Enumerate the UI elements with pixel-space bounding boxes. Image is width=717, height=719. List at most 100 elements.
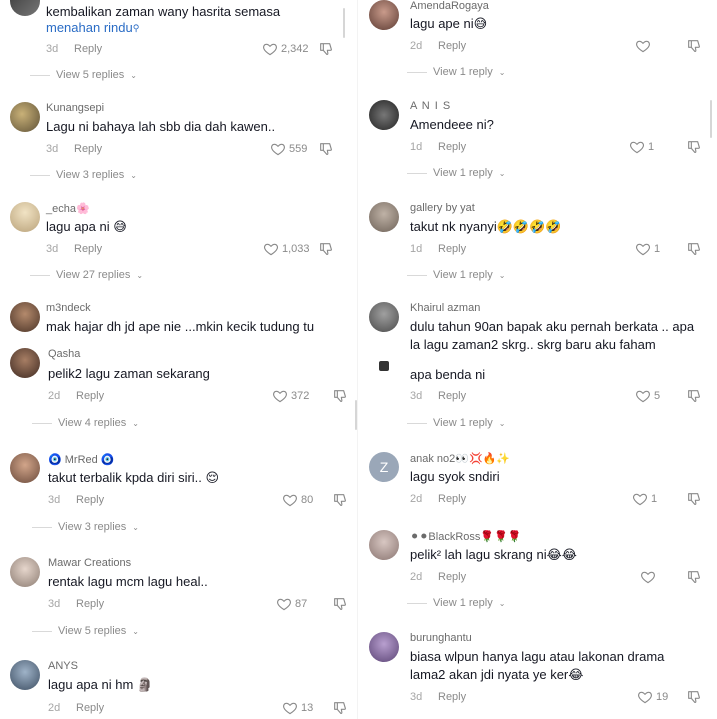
reply-button[interactable]: Reply — [76, 494, 104, 506]
avatar[interactable] — [10, 202, 40, 232]
avatar[interactable] — [369, 100, 399, 130]
comment-date: 1d — [410, 141, 423, 153]
dislike-button[interactable] — [686, 139, 702, 155]
avatar[interactable] — [10, 0, 40, 16]
comment-date: 1d — [410, 243, 423, 255]
username[interactable]: m3ndeck — [46, 302, 91, 314]
reply-button[interactable]: Reply — [438, 691, 466, 703]
dislike-button[interactable] — [686, 38, 702, 54]
dislike-button[interactable] — [686, 569, 702, 585]
username[interactable]: Mawar Creations — [48, 557, 131, 569]
reply-button[interactable]: Reply — [76, 598, 104, 610]
heart-outline-icon — [276, 596, 292, 612]
username[interactable]: Qasha — [48, 348, 80, 360]
dislike-button[interactable] — [332, 492, 348, 508]
avatar[interactable] — [10, 302, 40, 332]
view-replies-label: View 3 replies — [56, 169, 125, 181]
username[interactable]: Kunangsepi — [46, 102, 104, 114]
view-replies-button[interactable]: View 1 reply ⌄ — [407, 597, 505, 609]
like-button[interactable] — [640, 569, 659, 585]
username[interactable]: ⚫⚫BlackRoss🌹🌹🌹 — [410, 530, 521, 543]
like-button[interactable]: 80 — [282, 492, 313, 508]
dislike-button[interactable] — [318, 241, 334, 257]
divider — [30, 274, 50, 276]
view-replies-button[interactable]: View 3 replies ⌄ — [32, 521, 139, 533]
username[interactable]: anak no2👀💢🔥✨ — [410, 452, 510, 465]
dislike-button[interactable] — [332, 700, 348, 716]
comment-item: m3ndeck mak hajar dh jd ape nie ...mkin … — [0, 300, 358, 342]
reply-button[interactable]: Reply — [76, 390, 104, 402]
username[interactable]: gallery by yat — [410, 202, 475, 214]
view-replies-button[interactable]: View 1 reply ⌄ — [407, 269, 505, 281]
dislike-button[interactable] — [332, 388, 348, 404]
view-replies-button[interactable]: View 5 replies ⌄ — [32, 625, 139, 637]
like-button[interactable]: 1 — [632, 491, 657, 507]
reply-button[interactable]: Reply — [438, 40, 466, 52]
dislike-button[interactable] — [332, 596, 348, 612]
username[interactable]: burunghantu — [410, 632, 472, 644]
reply-button[interactable]: Reply — [74, 43, 102, 55]
like-button[interactable]: 1 — [629, 139, 654, 155]
avatar[interactable] — [369, 202, 399, 232]
like-button[interactable]: 559 — [270, 141, 307, 157]
dislike-button[interactable] — [318, 141, 334, 157]
avatar[interactable]: Z — [369, 452, 399, 482]
avatar[interactable] — [369, 632, 399, 662]
reply-button[interactable]: Reply — [76, 702, 104, 714]
chevron-down-icon: ⌄ — [498, 67, 506, 77]
like-button[interactable]: 2,342 — [262, 41, 309, 57]
avatar[interactable] — [369, 530, 399, 560]
comment-item: Khairul azman dulu tahun 90an bapak aku … — [359, 300, 717, 356]
like-button[interactable]: 5 — [635, 388, 660, 404]
like-button[interactable]: 1 — [635, 241, 660, 257]
username[interactable]: AmendaRogaya — [410, 0, 489, 12]
dislike-button[interactable] — [318, 41, 334, 57]
search-link[interactable]: menahan rindu⚲ — [46, 19, 139, 37]
view-replies-button[interactable]: View 4 replies ⌄ — [32, 417, 139, 429]
reply-button[interactable]: Reply — [438, 243, 466, 255]
reply-button[interactable]: Reply — [438, 571, 466, 583]
like-button[interactable]: 87 — [276, 596, 307, 612]
like-button[interactable]: 1,033 — [263, 241, 310, 257]
username[interactable]: ANYS — [48, 660, 78, 672]
view-replies-button[interactable]: View 5 replies ⌄ — [30, 69, 137, 81]
view-replies-button[interactable]: View 1 reply ⌄ — [407, 417, 505, 429]
view-replies-button[interactable]: View 1 reply ⌄ — [407, 167, 505, 179]
username[interactable]: _echa🌸 — [46, 202, 90, 215]
dislike-button[interactable] — [686, 241, 702, 257]
reply-button[interactable]: Reply — [438, 493, 466, 505]
username[interactable]: A N I S — [410, 100, 451, 112]
avatar[interactable] — [10, 557, 40, 587]
username[interactable]: 🧿 MrRed 🧿 — [48, 453, 115, 466]
avatar[interactable] — [10, 102, 40, 132]
thumbs-down-outline-icon — [332, 596, 348, 612]
dislike-button[interactable] — [686, 689, 702, 705]
view-replies-button[interactable]: View 27 replies ⌄ — [30, 269, 143, 281]
avatar[interactable] — [369, 0, 399, 30]
dislike-button[interactable] — [686, 388, 702, 404]
like-button[interactable]: 13 — [282, 700, 313, 716]
scrollbar[interactable] — [343, 8, 345, 38]
avatar[interactable] — [10, 453, 40, 483]
username[interactable]: Khairul azman — [410, 302, 480, 314]
dislike-button[interactable] — [686, 491, 702, 507]
reply-button[interactable]: Reply — [74, 143, 102, 155]
reply-button[interactable]: Reply — [74, 243, 102, 255]
view-replies-button[interactable]: View 1 reply ⌄ — [407, 66, 505, 78]
avatar[interactable] — [371, 358, 397, 374]
like-button[interactable]: 19 — [637, 689, 668, 705]
avatar[interactable] — [10, 660, 40, 690]
avatar[interactable] — [369, 302, 399, 332]
thumbs-down-outline-icon — [686, 569, 702, 585]
reply-button[interactable]: Reply — [438, 390, 466, 402]
scrollbar[interactable] — [710, 100, 712, 138]
divider — [407, 274, 427, 276]
like-button[interactable] — [635, 38, 654, 54]
thumbs-down-outline-icon — [686, 139, 702, 155]
view-replies-button[interactable]: View 3 replies ⌄ — [30, 169, 137, 181]
like-button[interactable]: 372 — [272, 388, 309, 404]
avatar[interactable] — [10, 348, 40, 378]
reply-button[interactable]: Reply — [438, 141, 466, 153]
comment-date: 2d — [410, 40, 423, 52]
divider — [32, 630, 52, 632]
